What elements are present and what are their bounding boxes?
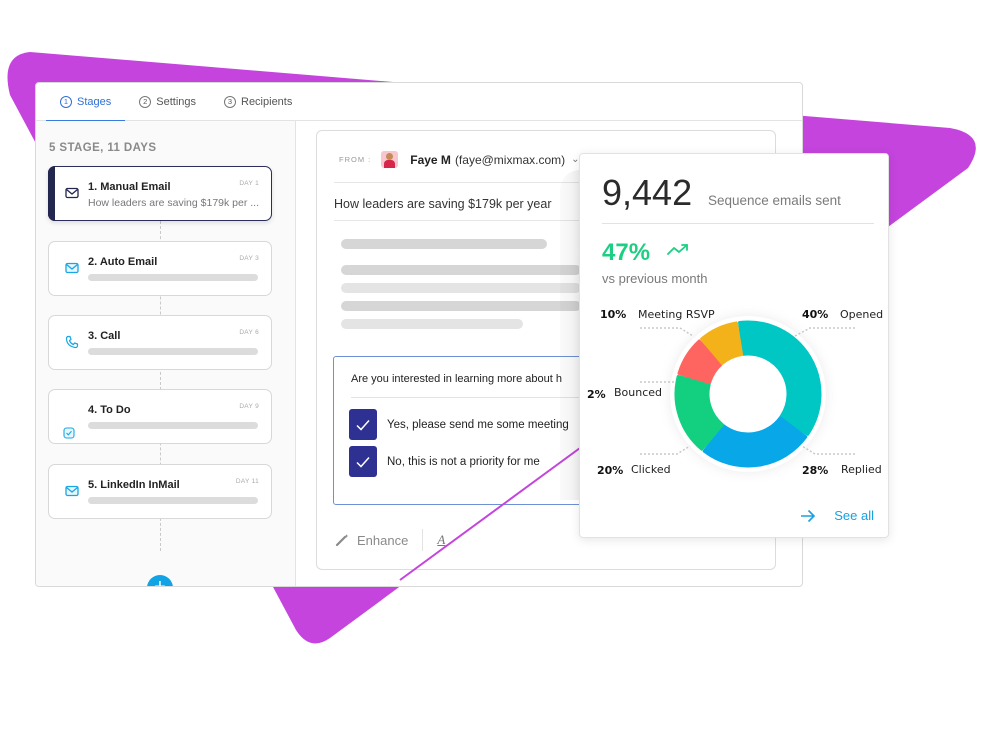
body-placeholder-line (341, 265, 581, 275)
stage-title: 2. Auto Email (88, 256, 158, 268)
checkmark-icon (356, 419, 370, 431)
label-clicked-value: 20% (597, 464, 623, 477)
stage-title: 4. To Do (88, 404, 131, 416)
tab-bar: 1 Stages 2 Settings 3 Recipients (36, 83, 802, 122)
stage-placeholder-bar (88, 274, 258, 281)
leader-line-meeting-rsvp (640, 327, 694, 337)
engagement-donut-chart: 10% Meeting RSVP 40% Opened 2% Bounced 2… (587, 308, 883, 477)
step-number: 1 (60, 95, 72, 108)
checkbox-icon (63, 427, 75, 439)
tab-recipients[interactable]: 3 Recipients (210, 83, 306, 121)
stage-day: DAY 11 (235, 478, 259, 485)
label-clicked-name: Clicked (631, 463, 671, 476)
stage-title: 1. Manual Email (88, 181, 171, 193)
label-meeting-rsvp-name: Meeting RSVP (638, 308, 715, 321)
label-replied-value: 28% (802, 464, 828, 477)
stage-card-call[interactable]: 3. Call DAY 6 (48, 315, 272, 370)
stage-day: DAY 9 (239, 403, 259, 410)
see-all-label: See all (834, 508, 874, 523)
add-stage-button[interactable]: + (147, 575, 173, 586)
envelope-icon (65, 262, 79, 274)
poll-option-label: Yes, please send me some meeting (387, 418, 569, 431)
emails-sent-label: Sequence emails sent (708, 193, 841, 208)
label-bounced-name: Bounced (614, 386, 662, 399)
stage-summary: 5 STAGE, 11 DAYS (49, 142, 157, 154)
sender-avatar (381, 151, 399, 168)
label-replied-name: Replied (841, 463, 882, 476)
stage-card-to-do[interactable]: 4. To Do DAY 9 (48, 389, 272, 444)
stage-title: 3. Call (88, 330, 121, 342)
body-placeholder-line (341, 319, 523, 329)
magic-wand-icon (335, 534, 349, 547)
stage-card-manual-email[interactable]: 1. Manual Email DAY 1 How leaders are sa… (48, 166, 272, 221)
sender-email: (faye@mixmax.com) (454, 152, 566, 167)
stage-day: DAY 6 (239, 329, 259, 336)
checkbox-checked[interactable] (349, 446, 377, 477)
stage-placeholder-bar (88, 422, 258, 429)
poll-question: Are you interested in learning more abou… (351, 373, 562, 385)
trending-up-icon (667, 244, 688, 255)
leader-line-replied (801, 445, 855, 455)
stage-card-linkedin-inmail[interactable]: 5. LinkedIn InMail DAY 11 (48, 464, 272, 519)
envelope-icon (65, 187, 79, 199)
arrow-right-icon (801, 509, 816, 522)
stage-placeholder-bar (88, 348, 258, 355)
tab-settings[interactable]: 2 Settings (125, 83, 210, 121)
sender-name: Faye M (410, 152, 451, 167)
leader-line-clicked (640, 445, 691, 455)
divider (602, 223, 874, 224)
stage-day: DAY 3 (239, 255, 259, 262)
see-all-link[interactable]: See all (800, 508, 874, 523)
body-placeholder-line (341, 239, 547, 249)
checkmark-icon (356, 456, 370, 468)
poll-option-label: No, this is not a priority for me (387, 455, 540, 468)
stage-card-auto-email[interactable]: 2. Auto Email DAY 3 (48, 241, 272, 296)
body-placeholder-line (341, 283, 581, 293)
composer-toolbar: Enhance A (335, 529, 445, 551)
poll-option-no[interactable]: No, this is not a priority for me (349, 446, 540, 477)
from-row: FROM : Faye M (faye@mixmax.com) ⌄ (339, 151, 580, 168)
growth-percentage: 47% (602, 239, 651, 266)
stage-subtitle: How leaders are saving $179k per ... (88, 197, 260, 209)
tab-stages[interactable]: 1 Stages (46, 83, 126, 122)
enhance-button[interactable]: Enhance (335, 533, 408, 548)
from-label: FROM : (339, 155, 372, 164)
step-number: 2 (139, 95, 152, 108)
toolbar-divider (422, 529, 424, 551)
stage-placeholder-bar (88, 497, 258, 504)
poll-option-yes[interactable]: Yes, please send me some meeting (349, 409, 569, 440)
stage-day: DAY 1 (239, 180, 259, 187)
label-opened-name: Opened (840, 308, 883, 321)
tab-label: Recipients (241, 95, 293, 108)
label-bounced-value: 2% (587, 388, 606, 401)
enhance-label: Enhance (357, 532, 409, 548)
body-placeholder-line (341, 301, 581, 311)
checkbox-checked[interactable] (349, 409, 377, 440)
tab-label: Stages (77, 95, 112, 108)
sequence-stats-card: 9,442 Sequence emails sent 47% vs previo… (579, 153, 889, 538)
label-opened-value: 40% (802, 308, 828, 321)
phone-icon (65, 335, 79, 349)
stage-title: 5. LinkedIn InMail (88, 479, 180, 491)
growth-label: vs previous month (602, 271, 708, 286)
stages-sidebar: 5 STAGE, 11 DAYS 1. Manual Email DAY 1 H… (36, 121, 296, 586)
tab-label: Settings (156, 95, 196, 108)
leader-line-opened (794, 327, 855, 337)
label-meeting-rsvp-value: 10% (600, 308, 626, 321)
envelope-icon (65, 485, 79, 497)
email-subject[interactable]: How leaders are saving $179k per year (334, 197, 551, 211)
step-number: 3 (224, 95, 236, 108)
emails-sent-count: 9,442 (602, 172, 693, 213)
font-format-button[interactable]: A (437, 532, 445, 548)
